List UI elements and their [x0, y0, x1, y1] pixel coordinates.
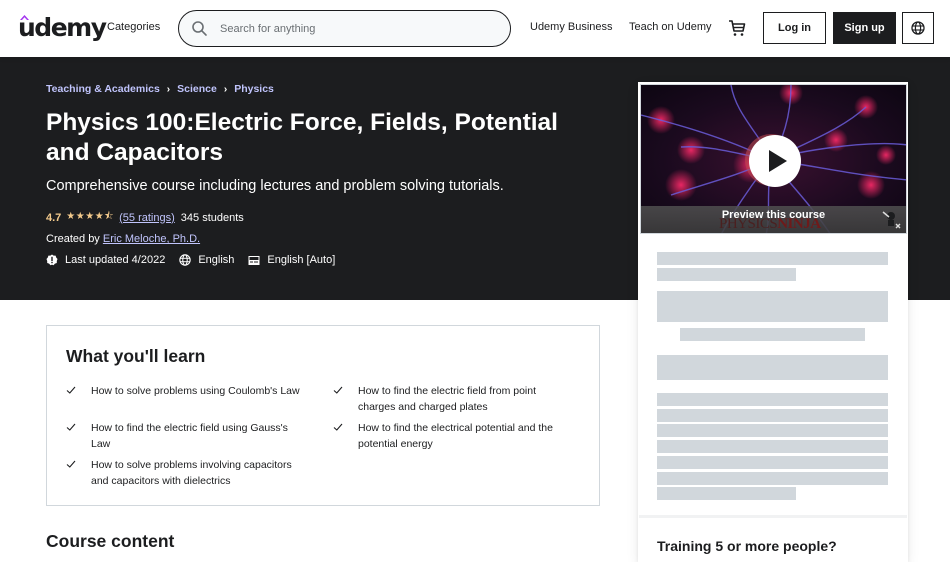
language: English	[179, 254, 234, 266]
signup-button[interactable]: Sign up	[833, 12, 896, 44]
chevron-right-icon: ›	[166, 83, 171, 95]
categories-menu[interactable]: Categories	[107, 21, 160, 33]
star-rating-icon: ★★★★⯪	[66, 211, 115, 222]
search-icon[interactable]	[191, 20, 208, 37]
learn-item: How to find the electrical potential and…	[333, 421, 573, 452]
learn-item: How to solve problems involving capacito…	[66, 458, 306, 489]
skeleton-line	[657, 456, 888, 469]
check-icon	[66, 386, 76, 394]
last-updated: Last updated 4/2022	[46, 254, 165, 266]
course-content-heading: Course content	[46, 531, 175, 551]
breadcrumb: Teaching & Academics › Science › Physics	[46, 83, 274, 95]
search-input[interactable]	[220, 20, 490, 38]
skeleton-line	[657, 424, 888, 437]
instructor-link[interactable]: Eric Meloche, Ph.D.	[103, 233, 200, 245]
udemy-logo[interactable]: udemy	[18, 13, 107, 43]
learn-item: How to solve problems using Coulomb's La…	[66, 384, 306, 400]
skeleton-line	[657, 440, 888, 453]
teach-on-udemy-link[interactable]: Teach on Udemy	[629, 21, 712, 33]
check-icon	[333, 423, 343, 431]
rating-row: 4.7 ★★★★⯪ (55 ratings) 345 students	[46, 209, 244, 226]
skeleton-block	[657, 355, 888, 380]
skeleton-line	[657, 268, 796, 281]
login-button[interactable]: Log in	[763, 12, 826, 44]
check-icon	[66, 460, 76, 468]
logo-hat-icon	[20, 15, 29, 20]
search-bar[interactable]	[178, 10, 511, 47]
skeleton-line	[657, 252, 888, 265]
udemy-business-link[interactable]: Udemy Business	[530, 21, 613, 33]
breadcrumb-teaching-academics[interactable]: Teaching & Academics	[46, 83, 160, 95]
play-icon[interactable]	[749, 135, 801, 187]
preview-course-label[interactable]: Preview this course	[641, 209, 906, 221]
skeleton-line	[680, 328, 865, 341]
training-heading: Training 5 or more people?	[657, 538, 837, 554]
breadcrumb-science[interactable]: Science	[177, 83, 217, 95]
rating-value: 4.7	[46, 211, 62, 224]
ratings-count-link[interactable]: (55 ratings)	[119, 212, 175, 224]
alert-badge-icon	[46, 254, 58, 266]
language-button[interactable]	[902, 12, 934, 44]
globe-icon	[911, 21, 925, 35]
skeleton-line	[657, 472, 888, 485]
course-meta: Last updated 4/2022 English English [Aut…	[46, 254, 349, 266]
created-by-label: Created by	[46, 233, 100, 245]
breadcrumb-physics[interactable]: Physics	[234, 83, 274, 95]
top-nav: udemy Categories Udemy Business Teach on…	[0, 0, 950, 57]
skeleton-block	[657, 291, 888, 322]
what-youll-learn: What you'll learn How to solve problems …	[46, 325, 600, 506]
course-subtitle: Comprehensive course including lectures …	[46, 178, 504, 194]
logo-text: udemy	[18, 13, 107, 42]
created-by: Created by Eric Meloche, Ph.D.	[46, 233, 200, 245]
card-divider	[639, 515, 907, 518]
closed-captions-icon	[248, 255, 260, 265]
chevron-right-icon: ›	[223, 83, 228, 95]
learn-item: How to find the electric field from poin…	[333, 384, 573, 415]
skeleton-line	[657, 487, 796, 500]
purchase-card: PHYSICSNINJA Preview this course Trainin…	[638, 82, 908, 562]
skeleton-line	[657, 393, 888, 406]
course-title: Physics 100:Electric Force, Fields, Pote…	[46, 109, 558, 166]
course-preview-video[interactable]: PHYSICSNINJA Preview this course	[640, 84, 907, 234]
learn-item: How to find the electric field using Gau…	[66, 421, 306, 452]
globe-icon	[179, 254, 192, 266]
captions: English [Auto]	[248, 254, 335, 266]
skeleton-line	[657, 409, 888, 422]
cart-icon[interactable]	[728, 19, 746, 37]
student-count: 345 students	[180, 211, 244, 224]
learn-heading: What you'll learn	[66, 346, 206, 366]
check-icon	[66, 423, 76, 431]
check-icon	[333, 386, 343, 394]
